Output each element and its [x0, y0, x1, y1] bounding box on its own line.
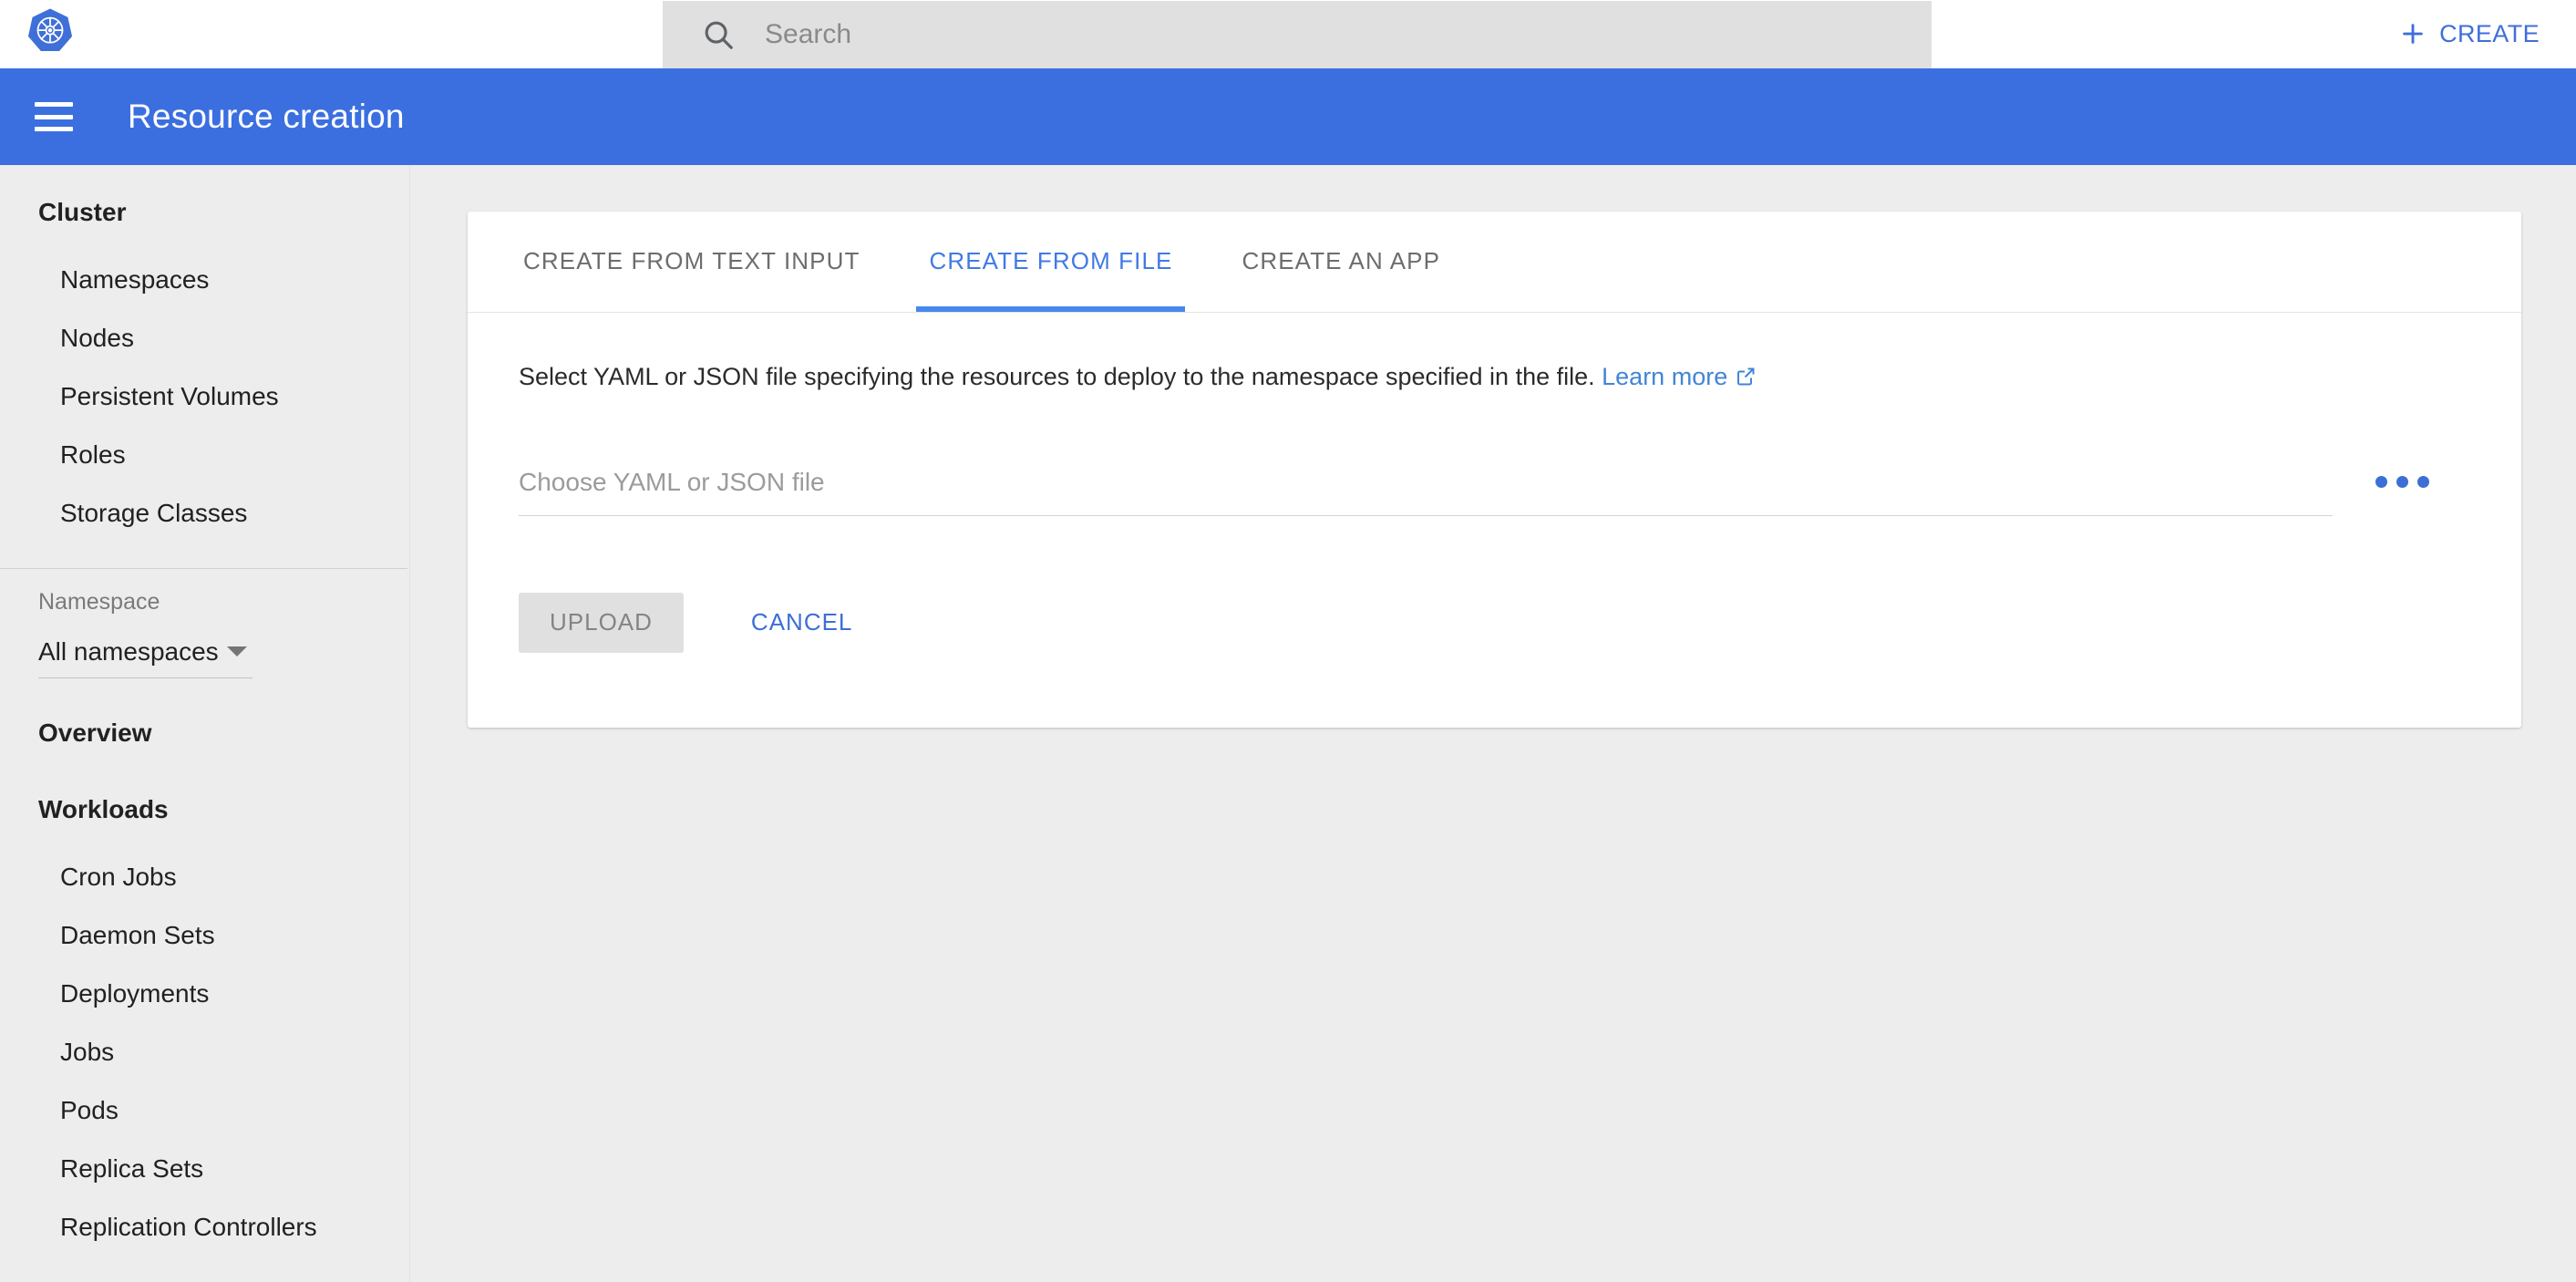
sidebar-item-overview[interactable]: Overview	[0, 704, 409, 762]
search-icon	[701, 17, 736, 52]
tab-create-from-file[interactable]: CREATE FROM FILE	[894, 211, 1207, 312]
namespace-select[interactable]: All namespaces	[38, 625, 252, 678]
sidebar-item-daemon-sets[interactable]: Daemon Sets	[0, 906, 409, 965]
sidebar-item-namespaces[interactable]: Namespaces	[0, 251, 409, 309]
sidebar-item-deployments[interactable]: Deployments	[0, 965, 409, 1023]
kubernetes-logo[interactable]	[23, 4, 77, 58]
sidebar-item-persistent-volumes[interactable]: Persistent Volumes	[0, 367, 409, 426]
file-input-wrapper[interactable]	[519, 463, 2333, 516]
search-input[interactable]	[765, 15, 1840, 55]
sidebar: Cluster Namespaces Nodes Persistent Volu…	[0, 165, 410, 1282]
sidebar-section-cluster: Cluster	[38, 198, 127, 226]
sidebar-item-jobs[interactable]: Jobs	[0, 1023, 409, 1081]
learn-more-label: Learn more	[1602, 363, 1728, 390]
tab-bar: CREATE FROM TEXT INPUT CREATE FROM FILE …	[468, 212, 2521, 313]
sidebar-section-workloads: Workloads	[38, 795, 169, 823]
namespace-label: Namespace	[38, 589, 160, 615]
tab-create-an-app[interactable]: CREATE AN APP	[1207, 211, 1475, 312]
more-dots-icon	[2375, 476, 2387, 489]
external-link-icon	[1735, 363, 1757, 386]
card-body: Select YAML or JSON file specifying the …	[468, 313, 2521, 728]
more-dots-icon	[2396, 476, 2408, 489]
learn-more-link[interactable]: Learn more	[1602, 363, 1757, 390]
hamburger-line	[35, 114, 73, 119]
sidebar-item-roles[interactable]: Roles	[0, 426, 409, 484]
cancel-button[interactable]: CANCEL	[729, 593, 874, 653]
hamburger-menu-icon[interactable]	[35, 102, 73, 131]
upload-button[interactable]: UPLOAD	[519, 592, 684, 653]
create-button-label: CREATE	[2439, 19, 2540, 47]
sidebar-item-pods[interactable]: Pods	[0, 1081, 409, 1140]
tab-create-from-text-input[interactable]: CREATE FROM TEXT INPUT	[489, 211, 894, 312]
more-dots-icon	[2416, 476, 2429, 489]
search-bar[interactable]	[663, 1, 1932, 68]
hamburger-line	[35, 127, 73, 131]
file-path-input[interactable]	[519, 463, 2333, 501]
sidebar-item-replica-sets[interactable]: Replica Sets	[0, 1140, 409, 1198]
browse-file-button[interactable]	[2356, 465, 2447, 516]
page-title: Resource creation	[128, 98, 405, 135]
resource-creation-card: CREATE FROM TEXT INPUT CREATE FROM FILE …	[468, 212, 2521, 728]
plus-icon	[2399, 20, 2427, 47]
page-header: Resource creation	[0, 68, 2576, 165]
file-chooser-row	[519, 463, 2470, 516]
sidebar-item-cron-jobs[interactable]: Cron Jobs	[0, 848, 409, 906]
top-bar: CREATE	[0, 0, 2576, 68]
sidebar-item-replication-controllers[interactable]: Replication Controllers	[0, 1198, 409, 1256]
main-content: CREATE FROM TEXT INPUT CREATE FROM FILE …	[411, 165, 2576, 1282]
description-sentence: Select YAML or JSON file specifying the …	[519, 363, 1595, 390]
hamburger-line	[35, 102, 73, 107]
sidebar-item-storage-classes[interactable]: Storage Classes	[0, 484, 409, 543]
namespace-select-value: All namespaces	[38, 636, 219, 666]
sidebar-item-nodes[interactable]: Nodes	[0, 309, 409, 367]
action-buttons: UPLOAD CANCEL	[519, 592, 2470, 728]
description-text: Select YAML or JSON file specifying the …	[519, 313, 2470, 395]
create-button[interactable]: CREATE	[2399, 11, 2540, 57]
chevron-down-icon	[227, 646, 247, 657]
